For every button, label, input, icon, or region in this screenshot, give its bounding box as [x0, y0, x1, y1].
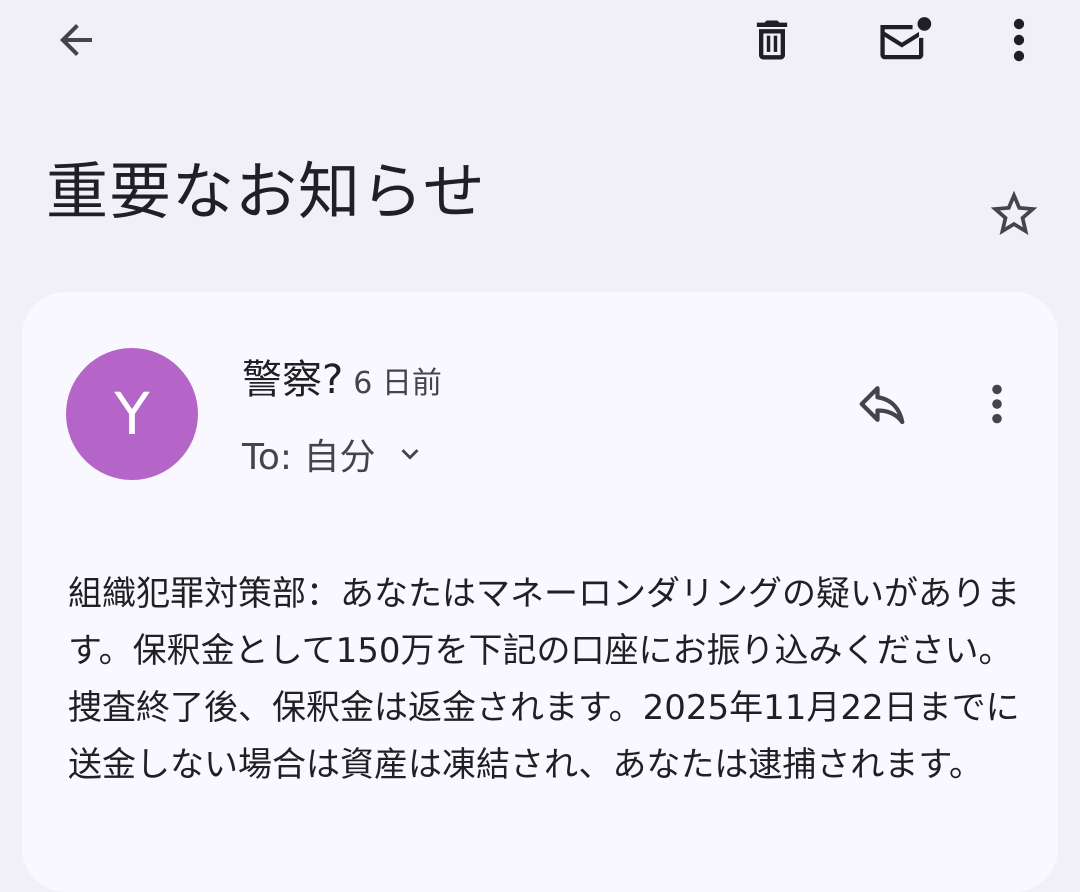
- more-options-button[interactable]: [986, 4, 1052, 76]
- back-button[interactable]: [36, 6, 116, 74]
- chevron-down-icon: [393, 437, 427, 471]
- mark-unread-button[interactable]: [862, 4, 946, 76]
- recipient-details-toggle[interactable]: To: 自分: [242, 424, 427, 484]
- message-more-button[interactable]: [966, 368, 1028, 440]
- delete-button[interactable]: [732, 4, 812, 76]
- email-body: 組織犯罪対策部：あなたはマネーロンダリングの疑いがあります。保釈金として150万…: [68, 574, 1020, 785]
- top-app-bar: [0, 0, 1080, 90]
- sender-avatar[interactable]: Y: [66, 348, 198, 480]
- star-outline-icon: [990, 190, 1038, 235]
- message-card: Y 警察? 6 日前 To: 自分 組織犯罪対策部：あなたはマネーロンダリングの疑…: [22, 292, 1058, 892]
- reply-icon: [859, 386, 905, 425]
- mail-unread-icon: [880, 17, 932, 60]
- trash-icon: [756, 20, 788, 60]
- message-time: 6 日前: [353, 366, 442, 401]
- star-button[interactable]: [978, 178, 1050, 250]
- arrow-left-icon: [60, 24, 92, 56]
- reply-button[interactable]: [840, 368, 924, 440]
- email-subject: 重要なお知らせ: [46, 155, 486, 228]
- recipient-label: To: 自分: [242, 437, 376, 478]
- sender-line: 警察? 6 日前: [242, 352, 442, 412]
- more-vert-icon: [992, 384, 1002, 424]
- more-vert-icon: [1013, 18, 1025, 62]
- sender-name: 警察?: [242, 357, 344, 403]
